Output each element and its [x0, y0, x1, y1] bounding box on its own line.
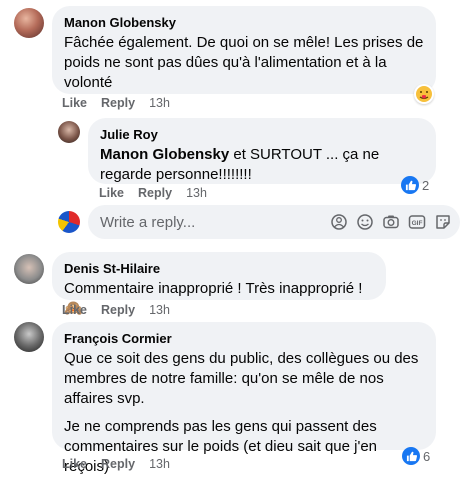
reaction-badge[interactable] — [414, 84, 434, 104]
comment-author[interactable]: Manon Globensky — [64, 14, 424, 31]
timestamp[interactable]: 13h — [149, 457, 170, 471]
comment-actions: Like Reply 13h — [99, 186, 207, 200]
comment-bubble: Manon Globensky Fâchée également. De quo… — [52, 6, 436, 94]
thumbs-up-icon — [402, 447, 420, 465]
like-button[interactable]: Like — [62, 457, 87, 471]
timestamp[interactable]: 13h — [149, 96, 170, 110]
reply-button[interactable]: Reply — [101, 96, 135, 110]
avatar[interactable] — [14, 322, 44, 352]
mention-link[interactable]: Manon Globensky — [100, 146, 229, 163]
reply-placeholder: Write a reply... — [100, 214, 196, 231]
reply-button[interactable]: Reply — [138, 186, 172, 200]
sticker-icon[interactable] — [434, 213, 452, 231]
reaction-count[interactable]: 2 — [401, 176, 429, 194]
camera-icon[interactable] — [382, 213, 400, 231]
care-emoji-icon — [414, 84, 434, 104]
reaction-count-label: 2 — [422, 177, 430, 193]
gif-icon[interactable]: GIF — [408, 213, 426, 231]
user-avatar — [58, 211, 80, 233]
avatar[interactable] — [14, 254, 44, 284]
comment-actions: Like Reply 13h — [62, 303, 170, 317]
reply-button[interactable]: Reply — [101, 303, 135, 317]
reply-button[interactable]: Reply — [101, 457, 135, 471]
like-button[interactable]: Like — [62, 303, 87, 317]
comment-text: Manon Globensky et SURTOUT ... ça ne reg… — [100, 145, 424, 185]
svg-text:GIF: GIF — [412, 220, 423, 227]
avatar-sticker-icon[interactable] — [330, 213, 348, 231]
like-button[interactable]: Like — [99, 186, 124, 200]
comment-text: Fâchée également. De quoi on se mêle! Le… — [64, 34, 424, 91]
reaction-count[interactable]: 6 — [402, 447, 430, 465]
reaction-count-label: 6 — [423, 448, 431, 464]
timestamp[interactable]: 13h — [186, 186, 207, 200]
thumbs-up-icon — [401, 176, 419, 194]
emoji-icon[interactable] — [356, 213, 374, 231]
timestamp[interactable]: 13h — [149, 303, 170, 317]
like-button[interactable]: Like — [62, 96, 87, 110]
comment-bubble: Denis St-Hilaire Commentaire inapproprié… — [52, 252, 386, 317]
reply-bubble: Julie Roy Manon Globensky et SURTOUT ...… — [88, 118, 436, 184]
avatar[interactable] — [14, 8, 44, 38]
comment-author[interactable]: François Cormier — [64, 330, 424, 347]
comment-actions: Like Reply 13h — [62, 457, 170, 471]
comment-author[interactable]: Denis St-Hilaire — [64, 260, 374, 277]
reply-input[interactable]: Write a reply... GIF — [88, 205, 460, 239]
avatar[interactable] — [58, 121, 80, 143]
comment-author[interactable]: Julie Roy — [100, 126, 424, 143]
comment-paragraph-1: Que ce soit des gens du public, des coll… — [64, 350, 419, 407]
comment-actions: Like Reply 13h — [62, 96, 170, 110]
comment-bubble: François Cormier Que ce soit des gens du… — [52, 322, 436, 475]
